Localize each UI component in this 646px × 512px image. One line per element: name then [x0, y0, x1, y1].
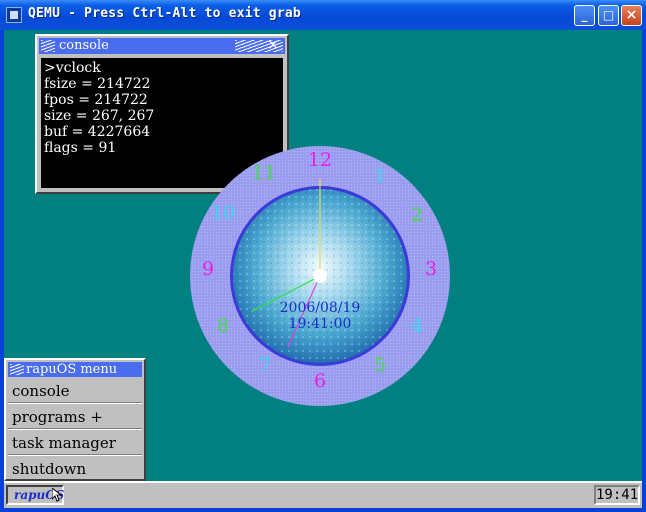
menu-item-programs[interactable]: programs +: [8, 405, 142, 429]
menu-titlebar[interactable]: rapuOS menu: [8, 362, 142, 377]
clock-face: [190, 146, 450, 406]
console-close-icon[interactable]: [235, 37, 283, 53]
clock-number-2: 2: [410, 204, 424, 226]
menu-item-console[interactable]: console: [8, 379, 142, 403]
clock-number-7: 7: [258, 354, 272, 376]
qemu-app-icon[interactable]: [6, 7, 22, 23]
clock-number-10: 10: [210, 202, 236, 224]
console-titlebar[interactable]: console: [39, 37, 285, 54]
window-menu-icon[interactable]: [41, 40, 55, 52]
minimize-button[interactable]: _: [574, 5, 595, 26]
clock-number-6: 6: [313, 370, 327, 392]
guest-desktop[interactable]: console >vclock fsize = 214722 fpos = 21…: [4, 30, 642, 508]
console-title: console: [59, 38, 109, 53]
taskbar: rapuOS 19:41: [4, 481, 642, 508]
taskbar-clock: 19:41: [594, 485, 640, 505]
menu-title: rapuOS menu: [26, 362, 118, 377]
rapuos-menu: rapuOS menu console programs + task mana…: [4, 358, 146, 481]
window-titlebar[interactable]: QEMU - Press Ctrl-Alt to exit grab _ □ ×: [0, 0, 646, 30]
clock-number-3: 3: [424, 258, 438, 280]
clock-number-12: 12: [307, 149, 333, 171]
clock-number-9: 9: [201, 258, 215, 280]
clock-center: [313, 269, 327, 283]
window-title: QEMU - Press Ctrl-Alt to exit grab: [28, 6, 301, 21]
mouse-cursor-icon: [52, 488, 62, 502]
clock-number-8: 8: [216, 315, 230, 337]
close-button[interactable]: ×: [621, 5, 642, 26]
menu-item-task-manager[interactable]: task manager: [8, 431, 142, 455]
console-line: fsize = 214722: [44, 76, 151, 92]
qemu-window: QEMU - Press Ctrl-Alt to exit grab _ □ ×…: [0, 0, 646, 512]
console-line: fpos = 214722: [44, 92, 148, 108]
clock-number-11: 11: [251, 162, 277, 184]
console-line: >vclock: [44, 60, 101, 76]
clock-time: 19:41:00: [288, 316, 352, 332]
vclock-widget[interactable]: 12 1 2 3 4 5 6 7 8 9 10 11 2006/08/19 19…: [189, 145, 451, 407]
console-line: size = 267, 267: [44, 108, 155, 124]
start-button[interactable]: rapuOS: [6, 485, 64, 505]
clock-readout: 2006/08/19 19:41:00: [245, 300, 395, 332]
clock-number-5: 5: [373, 354, 387, 376]
clock-number-1: 1: [373, 165, 387, 187]
clock-date: 2006/08/19: [279, 300, 361, 316]
clock-number-4: 4: [410, 315, 424, 337]
console-line: buf = 4227664: [44, 124, 151, 140]
maximize-button[interactable]: □: [598, 5, 619, 26]
menu-item-shutdown[interactable]: shutdown: [8, 457, 142, 481]
menu-grip-icon: [10, 364, 24, 375]
